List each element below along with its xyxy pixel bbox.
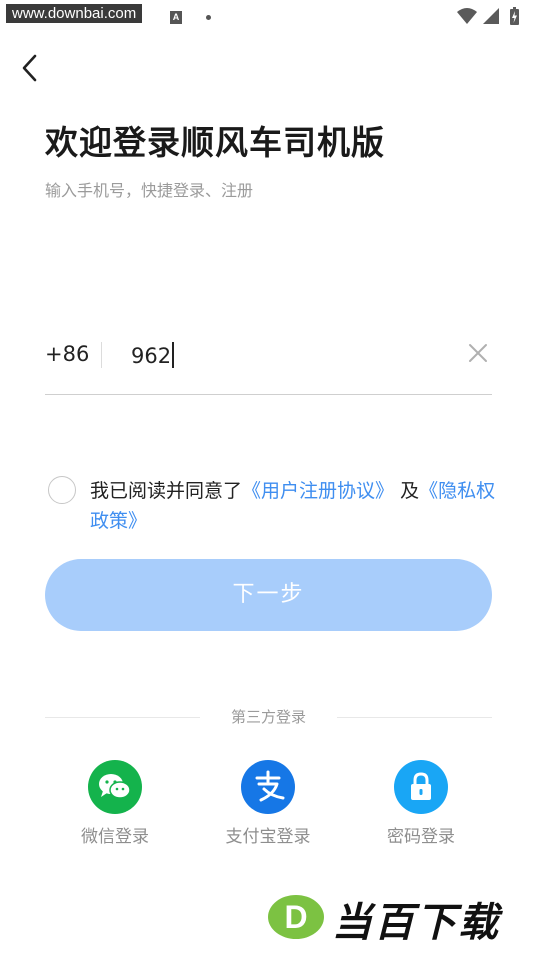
alipay-login-button[interactable]: 支付宝登录 [208,760,328,847]
password-login-label: 密码登录 [387,827,455,847]
logo-letter: D [284,899,307,935]
keyboard-indicator-icon: A [170,11,182,24]
alipay-login-label: 支付宝登录 [225,827,311,847]
agreement-conjunction: 及 [400,480,420,502]
cellular-signal-icon [483,8,499,24]
phone-input-row: +86 962 [45,334,492,395]
alipay-icon [241,760,295,814]
text-caret [172,342,175,368]
password-login-button[interactable]: 密码登录 [361,760,481,847]
page-subtitle: 输入手机号，快捷登录、注册 [45,181,254,200]
wechat-icon [88,760,142,814]
wifi-icon [457,8,477,24]
user-agreement-link[interactable]: 《用户注册协议》 [242,480,394,502]
battery-charging-icon [510,7,519,25]
logo-d-icon: D [268,895,324,939]
lock-icon [394,760,448,814]
third-party-divider: 第三方登录 [45,706,492,730]
watermark-logo: D 当百下载 [262,888,537,948]
divider-line-right [337,717,492,718]
close-icon [469,344,487,362]
wechat-login-button[interactable]: 微信登录 [55,760,175,847]
page-title: 欢迎登录顺风车司机版 [45,123,385,162]
country-code-selector[interactable]: +86 [45,342,89,366]
notification-dot-icon [206,15,211,20]
watermark-brand-text: 当百下载 [332,900,500,946]
next-step-button[interactable]: 下一步 [45,559,492,631]
phone-number-input[interactable]: 962 [131,342,175,368]
agreement-text: 我已阅读并同意了《用户注册协议》 及《隐私权政策》 [90,476,500,536]
watermark-url: www.downbai.com [6,4,143,23]
agreement-prefix: 我已阅读并同意了 [90,480,243,502]
status-bar: www.downbai.com A [0,0,537,34]
phone-number-value: 962 [131,344,172,368]
back-button[interactable] [16,52,46,84]
clear-input-button[interactable] [466,341,490,365]
system-icons [455,7,527,27]
wechat-login-label: 微信登录 [81,827,149,847]
chevron-left-icon [22,54,37,82]
agreement-checkbox[interactable] [48,476,76,504]
divider [101,342,102,368]
